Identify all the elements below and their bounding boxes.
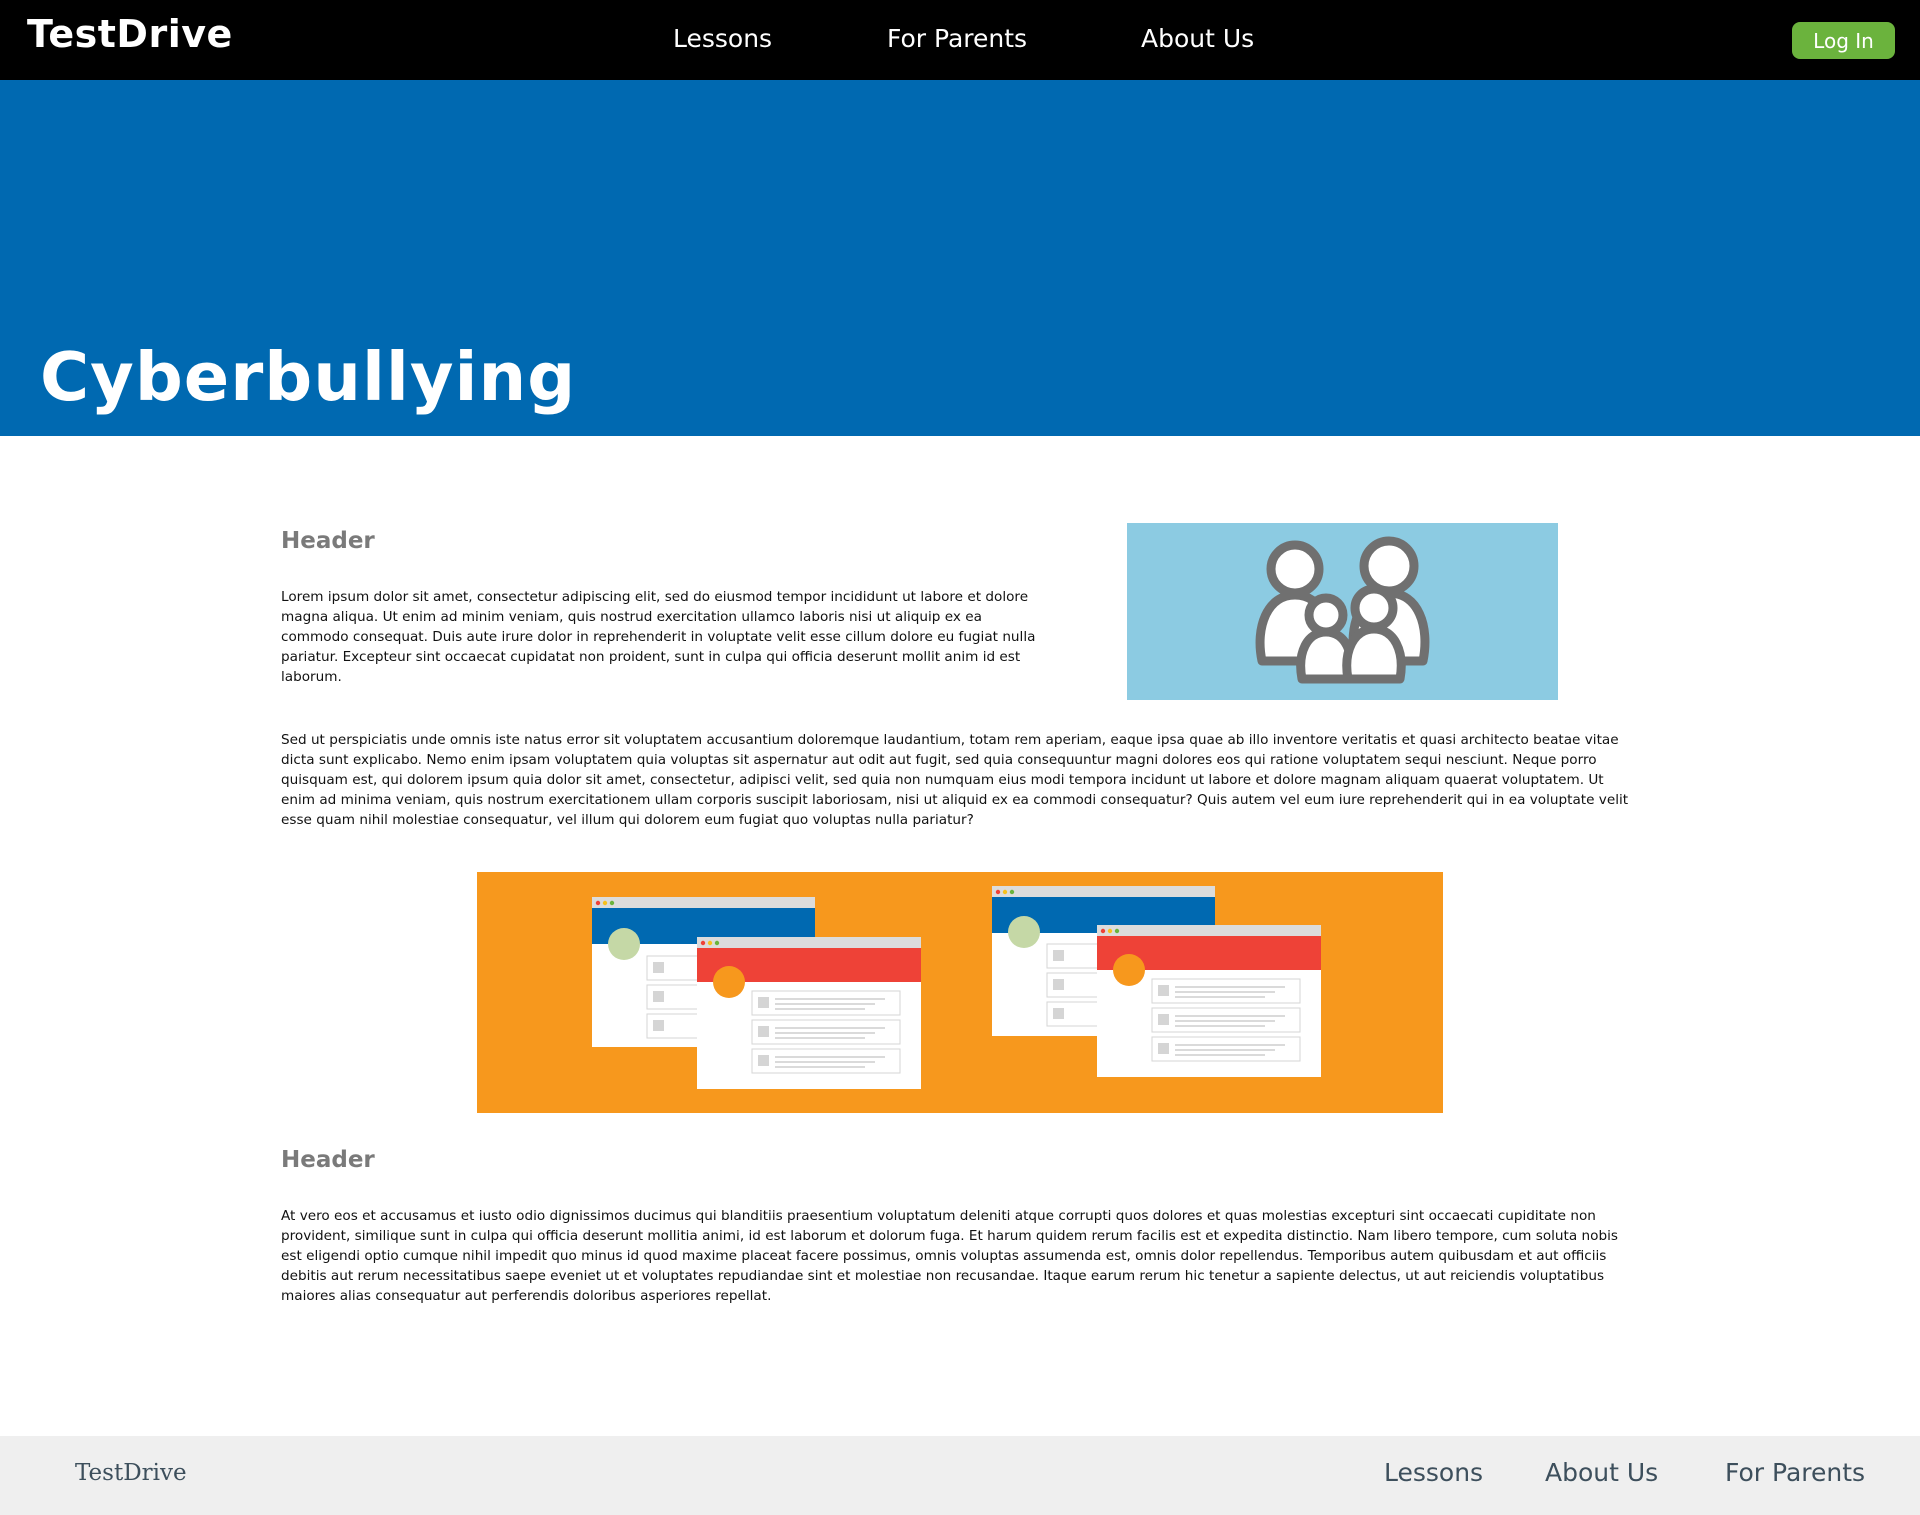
nav-link-about-us[interactable]: About Us — [1141, 24, 1254, 53]
social-media-windows-icon — [477, 872, 1443, 1113]
family-group-icon — [1127, 523, 1558, 700]
page-title: Cyberbullying — [40, 338, 577, 416]
footer: TestDrive Lessons About Us For Parents — [0, 1436, 1920, 1515]
footer-link-lessons[interactable]: Lessons — [1384, 1458, 1483, 1487]
family-illustration — [1127, 523, 1558, 700]
nav-link-for-parents[interactable]: For Parents — [887, 24, 1027, 53]
login-button[interactable]: Log In — [1792, 22, 1895, 59]
brand-logo[interactable]: TestDrive — [27, 12, 233, 56]
section-header-2: Header — [281, 1147, 375, 1173]
nav-link-lessons[interactable]: Lessons — [673, 24, 772, 53]
intro-paragraph: Lorem ipsum dolor sit amet, consectetur … — [281, 589, 1036, 685]
section-header-1: Header — [281, 528, 375, 554]
body-paragraph-2: At vero eos et accusamus et iusto odio d… — [281, 1208, 1618, 1304]
body-paragraph-1: Sed ut perspiciatis unde omnis iste natu… — [281, 732, 1629, 828]
top-navbar: TestDrive Lessons For Parents About Us L… — [0, 0, 1920, 80]
hero-banner: Cyberbullying — [0, 80, 1920, 436]
footer-brand[interactable]: TestDrive — [75, 1460, 187, 1486]
footer-link-for-parents[interactable]: For Parents — [1725, 1458, 1865, 1487]
footer-link-about-us[interactable]: About Us — [1545, 1458, 1658, 1487]
windows-illustration — [477, 872, 1443, 1113]
